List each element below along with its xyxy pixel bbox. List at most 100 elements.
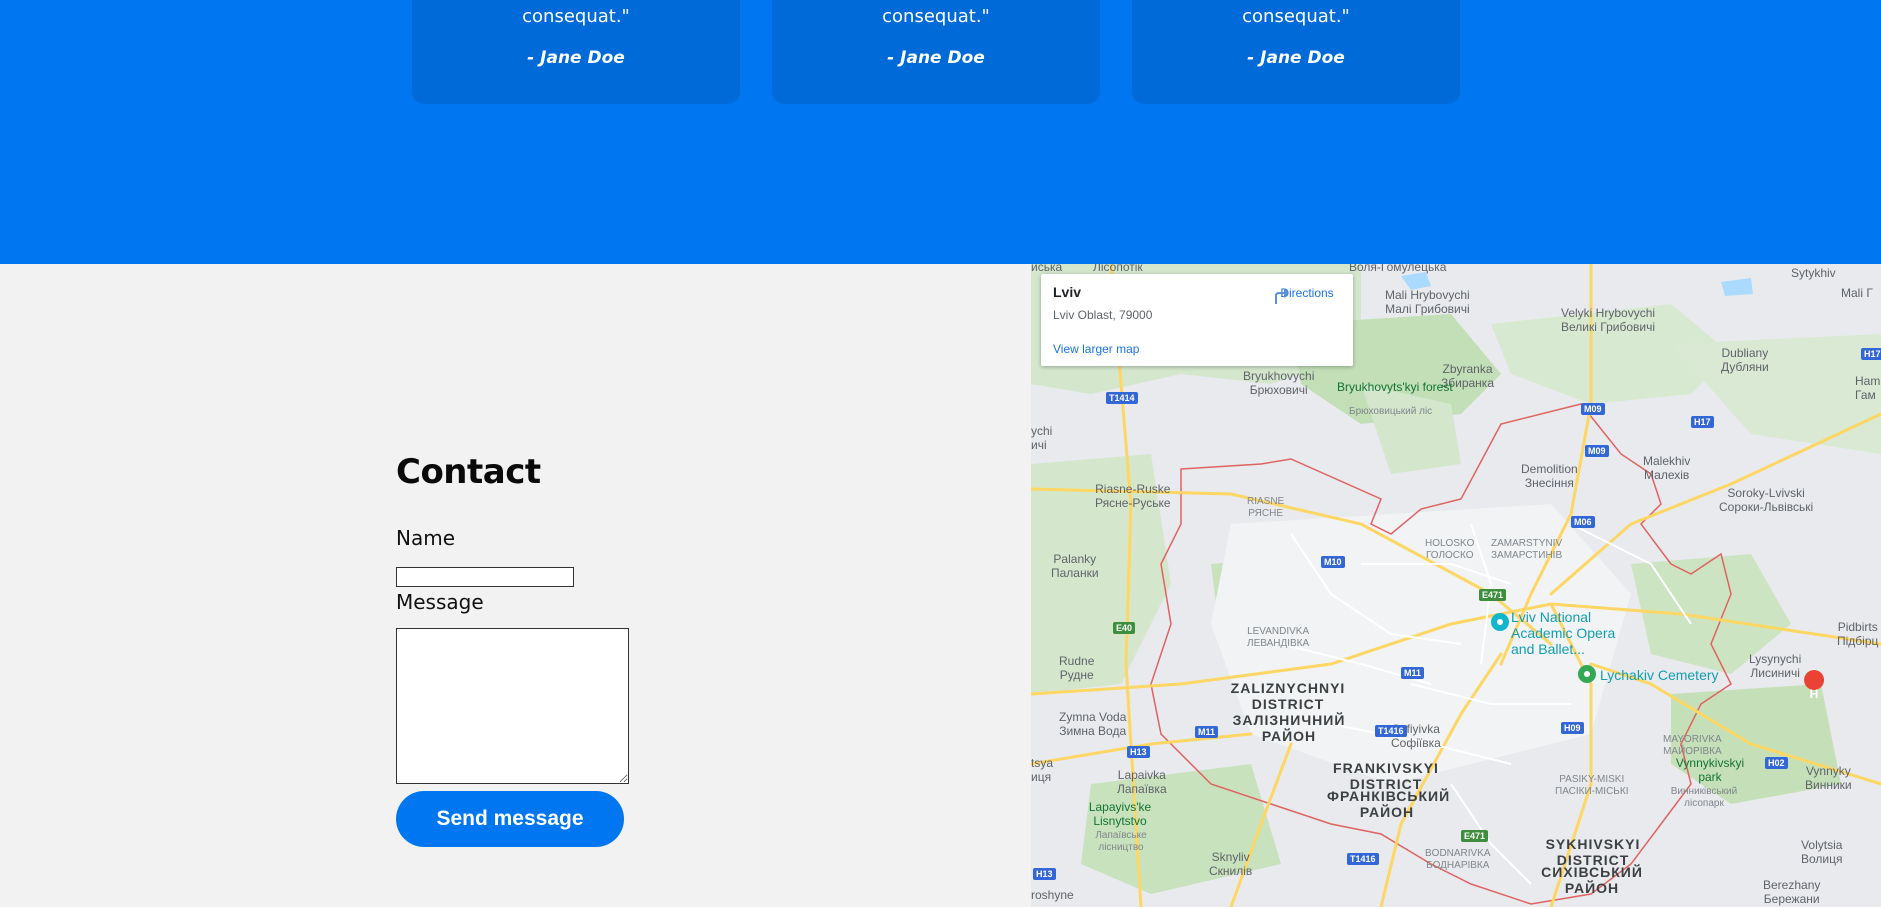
map-label: иця <box>1031 770 1052 784</box>
road-shield: H17 <box>1691 416 1714 428</box>
map-label: Mali Hrybovychi <box>1385 288 1470 302</box>
map-label: Скнилів <box>1209 864 1253 878</box>
map-label: ичі <box>1031 438 1047 452</box>
testimonial-quote: consequat." <box>1242 6 1350 27</box>
name-input[interactable] <box>396 567 574 587</box>
map-label: Dubliany <box>1721 346 1769 360</box>
map-label: Velyki Hrybovychi <box>1561 306 1656 320</box>
map-label: Брюховицький ліс <box>1349 406 1433 417</box>
map-label: БОДНАРІВКА <box>1426 860 1490 871</box>
map-embed[interactable]: H Bryukhovychi Брюховичі Mali Hrybovychi М… <box>1031 264 1881 907</box>
map-place-address: Lviv Oblast, 79000 <box>1053 308 1153 322</box>
map-label: Bryukhovyts'kyi forest <box>1337 380 1453 394</box>
road-shield: T1416 <box>1347 853 1379 865</box>
map-label: Малехів <box>1644 468 1690 482</box>
road-shield: M10 <box>1321 556 1345 568</box>
map-label: Vynnykivskyi park <box>1675 756 1745 784</box>
map-label: Бережани <box>1763 892 1820 906</box>
map-label: Ham <box>1855 374 1881 388</box>
map-label: Lapayivs'ke Lisnytstvo <box>1088 800 1152 828</box>
map-label: Bryukhovychi <box>1243 369 1315 383</box>
directions-icon <box>1275 288 1289 304</box>
directions-button[interactable]: Directions <box>1269 284 1345 304</box>
map-label: Винниківський лісопарк <box>1670 786 1738 809</box>
testimonial-author: - Jane Doe <box>1247 48 1345 68</box>
road-shield: E40 <box>1113 622 1136 634</box>
map-label: Vynnyky <box>1805 764 1851 778</box>
map-label: Rudne <box>1059 654 1095 668</box>
map-label-opera[interactable]: Lviv National Academic Opera and Ballet.… <box>1511 609 1641 657</box>
map-label: ЛЕВАНДІВКА <box>1247 638 1310 649</box>
testimonial-author: - Jane Doe <box>527 48 625 68</box>
message-textarea[interactable] <box>396 628 629 784</box>
view-larger-map-link[interactable]: View larger map <box>1053 342 1139 356</box>
road-shield: E471 <box>1479 589 1507 601</box>
map-label-district: СИХІВСЬКИЙ РАЙОН <box>1541 864 1643 896</box>
map-label: Рясне-Руське <box>1095 496 1171 510</box>
road-shield: E471 <box>1461 830 1489 842</box>
map-label: Підбірц <box>1837 634 1879 648</box>
road-shield: T1414 <box>1106 392 1138 404</box>
map-label: Demolition <box>1521 462 1578 476</box>
map-label: ГОЛОСКО <box>1425 550 1474 561</box>
map-label: ЗАМАРСТИНІВ <box>1491 550 1563 561</box>
cemetery-marker[interactable] <box>1578 665 1596 683</box>
map-label: LEVANDIVKA <box>1247 626 1310 637</box>
map-label: Паланки <box>1051 566 1099 580</box>
testimonial-card: consequat." - Jane Doe <box>772 0 1100 104</box>
contact-title: Contact <box>396 452 541 492</box>
testimonial-card: consequat." - Jane Doe <box>1132 0 1460 104</box>
map-label: Брюховичі <box>1249 383 1308 397</box>
map-label: Знесіння <box>1524 476 1574 490</box>
map-label: ПАСІКИ-МІСЬКІ <box>1555 786 1629 797</box>
map-label: Riasne-Ruske <box>1095 482 1171 496</box>
map-label: Lapaivka <box>1117 768 1166 782</box>
testimonial-quote: consequat." <box>522 6 630 27</box>
map-label: Zbyranka <box>1442 362 1493 376</box>
road-shield: H13 <box>1127 746 1150 758</box>
map-label-district: ФРАНКІВСЬКИЙ РАЙОН <box>1327 788 1451 820</box>
road-shield: M11 <box>1401 667 1425 679</box>
map-label: Зимна Вода <box>1059 724 1127 738</box>
map-label: Pidbirts <box>1837 620 1878 634</box>
map-label: Волиця <box>1801 852 1843 866</box>
map-label: Лісопотік <box>1093 264 1143 274</box>
map-label: РЯСНЕ <box>1248 508 1284 519</box>
map-label-lychakiv[interactable]: Lychakiv Cemetery <box>1600 667 1719 683</box>
road-shield: H02 <box>1765 757 1788 769</box>
map-label: roshyne <box>1031 888 1074 902</box>
map-label-district: ЗАЛІЗНИЧНИЙ РАЙОН <box>1232 712 1346 744</box>
contact-section: Contact Name Message Send message <box>396 452 836 847</box>
map-label: Рудне <box>1059 668 1094 682</box>
map-label: Palanky <box>1053 552 1097 566</box>
map-label: HOLOSKO <box>1425 538 1475 549</box>
road-shield: H17 <box>1861 348 1881 360</box>
name-label: Name <box>396 526 456 550</box>
map-label: Mali Г <box>1841 286 1873 300</box>
map-label: Soroky-Lvivski <box>1727 486 1805 500</box>
testimonials-section: consequat." - Jane Doe consequat." - Jan… <box>0 0 1881 264</box>
map-label: Berezhany <box>1763 878 1821 892</box>
road-shield: M09 <box>1585 445 1609 457</box>
message-label: Message <box>396 590 484 614</box>
map-label: Великі Грибовичі <box>1561 320 1655 334</box>
map-label: Лапаївське лісництво <box>1095 830 1147 853</box>
map-label-district: ZALIZNYCHNYI DISTRICT <box>1230 680 1346 712</box>
road-shield: H13 <box>1033 868 1056 880</box>
map-label: Винники <box>1805 778 1852 792</box>
map-place-card: Lviv Lviv Oblast, 79000 View larger map … <box>1041 274 1353 366</box>
map-label: Сороки-Львівські <box>1719 500 1814 514</box>
map-label: Лапаївка <box>1117 782 1167 796</box>
map-label: Volytsia <box>1801 838 1843 852</box>
map-label: иська <box>1031 264 1063 274</box>
map-label: ZAMARSTYNIV <box>1491 538 1563 549</box>
svg-text:H: H <box>1810 687 1819 701</box>
map-label: BODNARIVKA <box>1425 848 1491 859</box>
map-label: ychi <box>1031 424 1053 438</box>
send-message-button[interactable]: Send message <box>396 791 624 847</box>
testimonial-quote: consequat." <box>882 6 990 27</box>
map-label: Malekhiv <box>1643 454 1691 468</box>
opera-marker[interactable] <box>1491 613 1509 631</box>
map-label: MAYORIVKA <box>1663 734 1722 745</box>
road-shield: M06 <box>1571 516 1595 528</box>
